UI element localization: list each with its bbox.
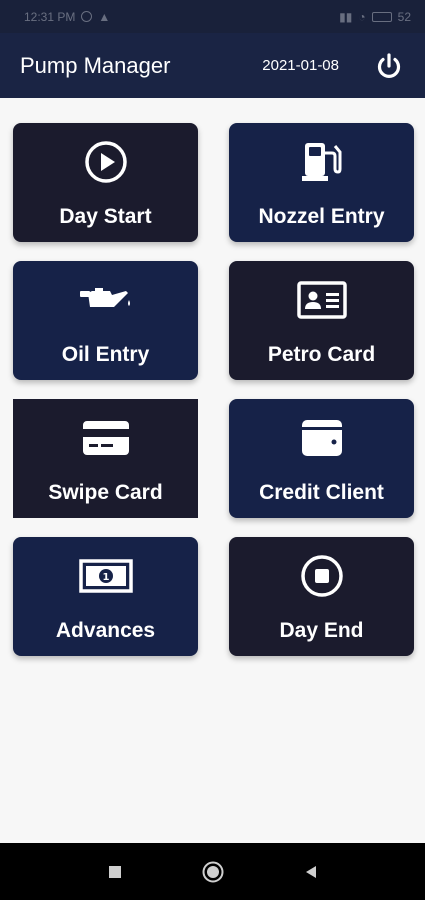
wallet-icon [301, 420, 342, 456]
oil-entry-label: Oil Entry [61, 343, 150, 366]
money-bill-icon: 1 [78, 559, 133, 593]
home-icon [202, 861, 223, 882]
swipe-card-label: Swipe Card [48, 481, 163, 504]
app-bar: Pump Manager 2021-01-08 [0, 33, 425, 98]
fuel-pump-icon [301, 143, 341, 181]
day-start-label: Day Start [59, 205, 152, 228]
nozzel-entry-label: Nozzel Entry [258, 205, 385, 228]
swipe-card-tile[interactable]: Swipe Card [13, 399, 198, 518]
status-left: 12:31 PM ▲ [24, 10, 110, 24]
svg-text:1: 1 [102, 572, 109, 583]
oil-entry-tile[interactable]: Oil Entry [13, 261, 198, 380]
app-date: 2021-01-08 [262, 57, 339, 74]
advances-label: Advances [55, 619, 156, 642]
back-button[interactable] [296, 857, 326, 887]
battery-icon [371, 11, 392, 22]
nozzel-entry-tile[interactable]: Nozzel Entry [229, 123, 414, 242]
id-card-icon [296, 281, 347, 319]
status-right: ▮▮ ◔ 52 [339, 10, 411, 24]
recent-apps-button[interactable] [100, 857, 130, 887]
power-icon [377, 52, 401, 78]
warning-icon: ▲ [98, 9, 111, 24]
back-icon [305, 865, 316, 878]
wifi-icon: ◔ [358, 9, 366, 24]
home-button[interactable] [198, 857, 228, 887]
status-bar: 12:31 PM ▲ ▮▮ ◔ 52 [0, 0, 425, 33]
day-start-tile[interactable]: Day Start [13, 123, 198, 242]
sync-icon [81, 11, 93, 22]
advances-tile[interactable]: 1 Advances [13, 537, 198, 656]
petro-card-label: Petro Card [267, 343, 376, 366]
credit-client-tile[interactable]: Credit Client [229, 399, 414, 518]
stop-circle-icon [300, 555, 343, 597]
power-button[interactable] [373, 50, 405, 82]
day-end-tile[interactable]: Day End [229, 537, 414, 656]
signal-icon: ▮▮ [339, 9, 353, 24]
navigation-bar [0, 843, 425, 900]
app-title: Pump Manager [20, 52, 171, 78]
credit-card-icon [82, 421, 129, 455]
battery-level: 52 [397, 9, 411, 24]
oil-can-icon [79, 288, 130, 307]
play-circle-icon [84, 141, 127, 183]
status-time: 12:31 PM [24, 9, 76, 24]
credit-client-label: Credit Client [259, 481, 384, 504]
petro-card-tile[interactable]: Petro Card [229, 261, 414, 380]
day-end-label: Day End [279, 619, 364, 642]
recent-apps-icon [108, 865, 121, 878]
menu-grid: Day Start Nozzel Entry Oil Entry Petro C… [13, 123, 414, 656]
